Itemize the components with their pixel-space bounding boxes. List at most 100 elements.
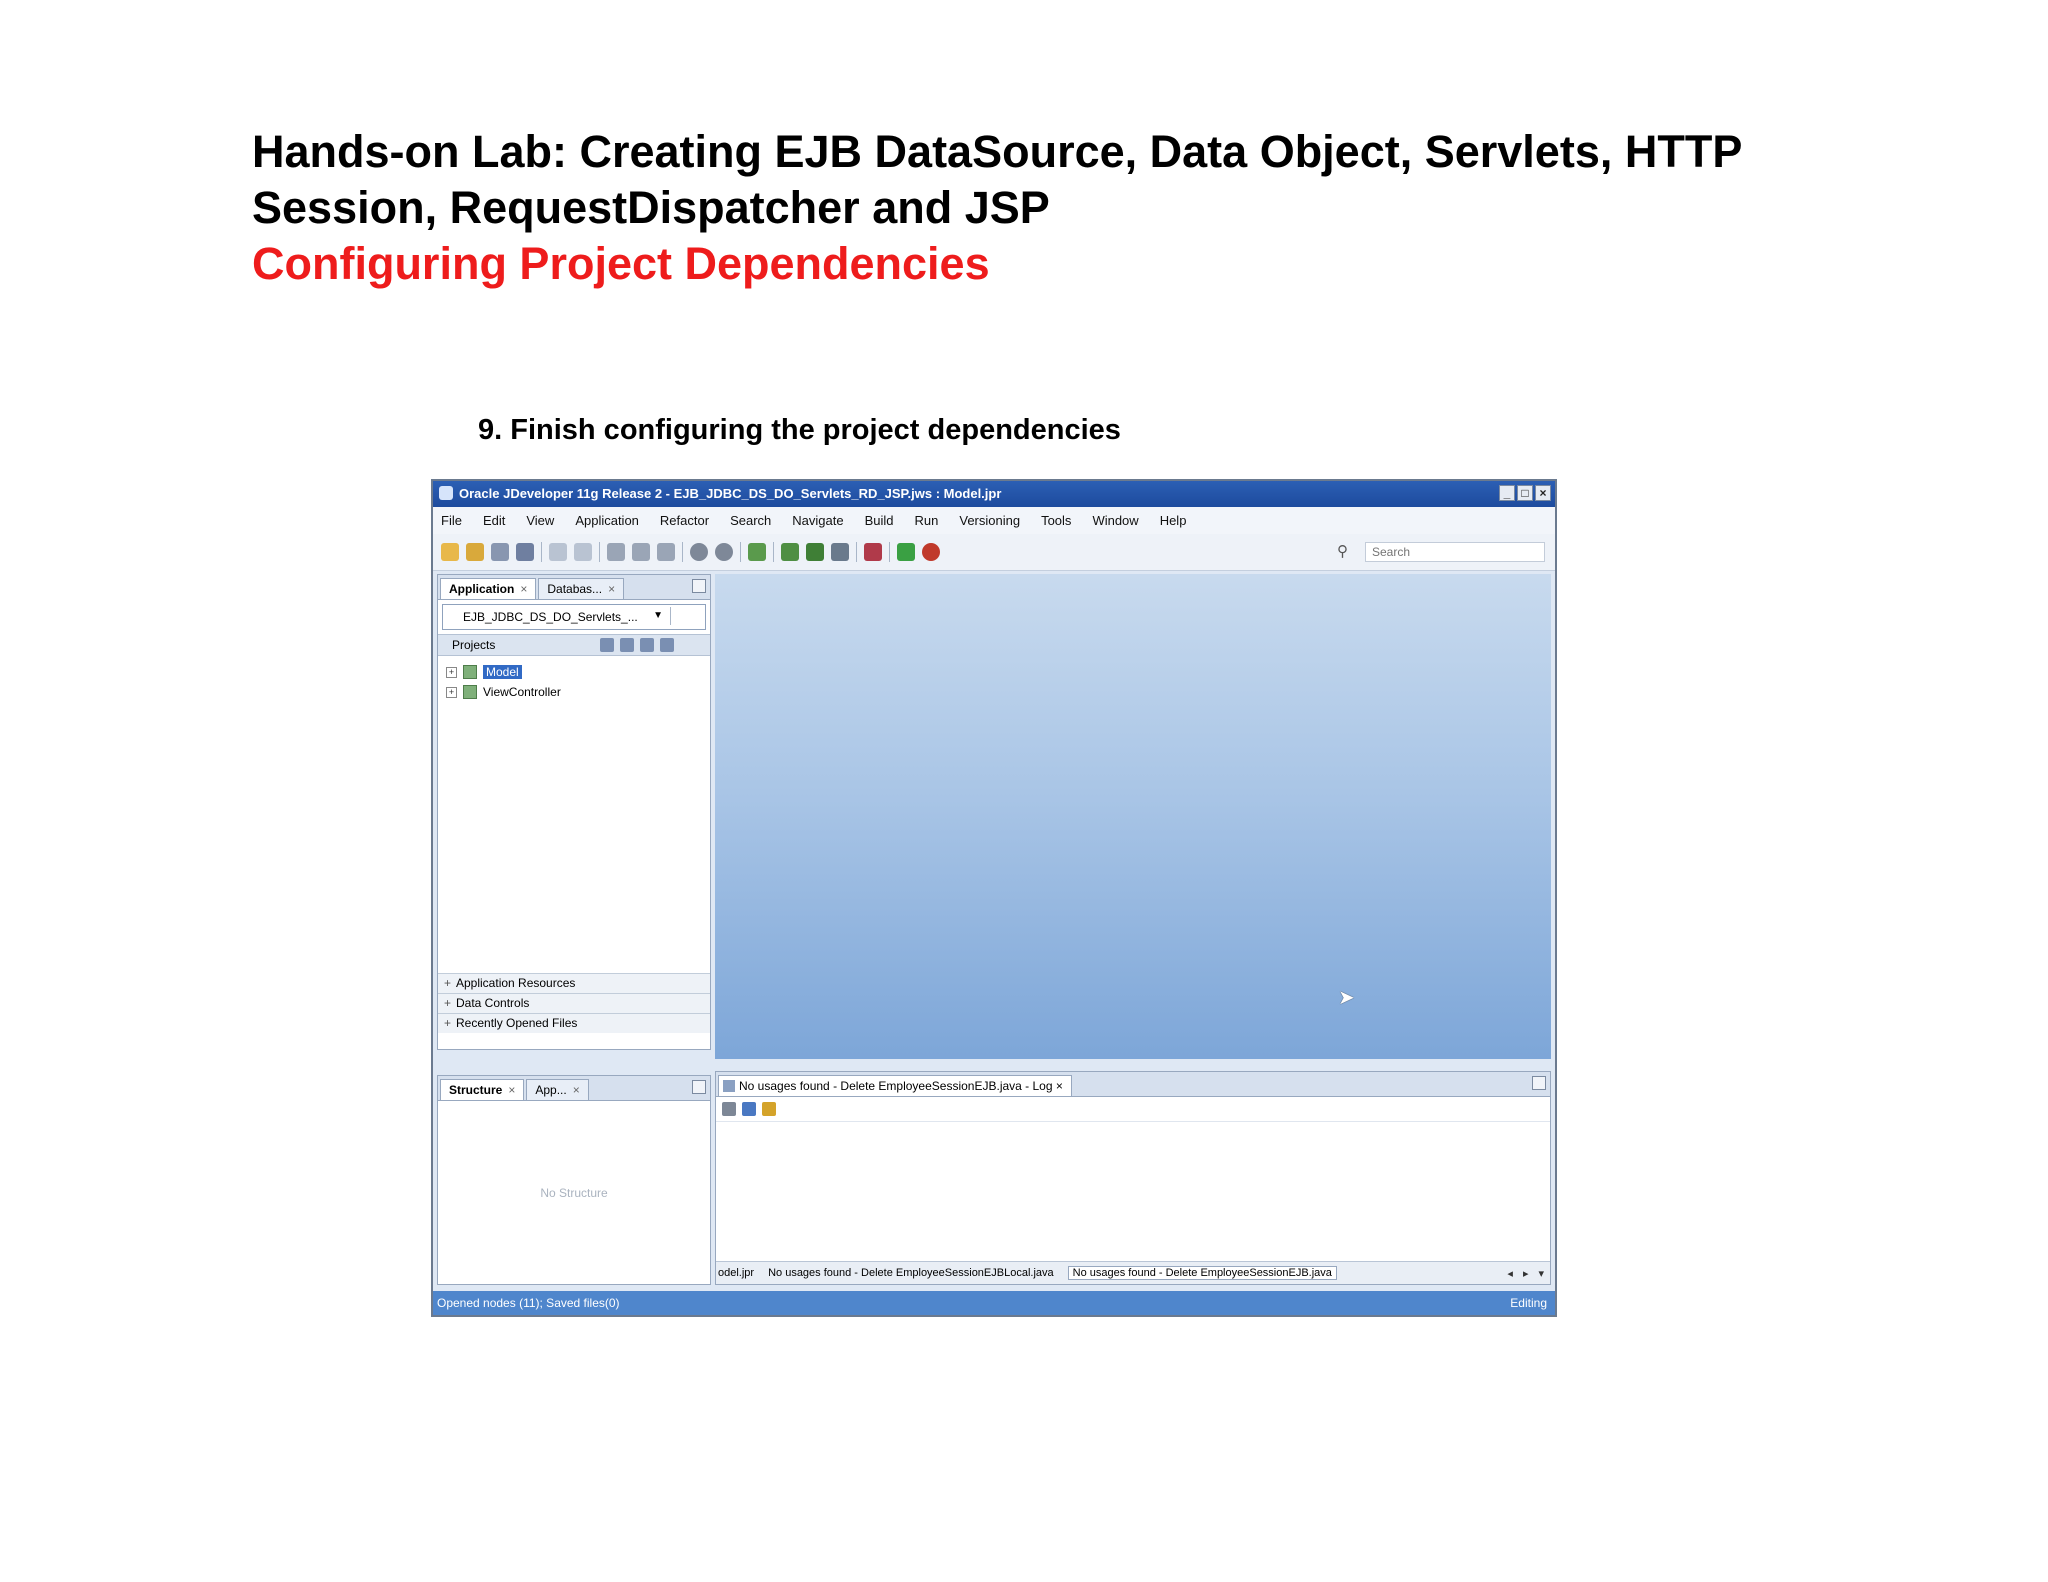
editor-area[interactable]: ➤: [715, 574, 1551, 1059]
back-icon[interactable]: [690, 543, 708, 561]
project-tree: + Model + ViewController: [438, 656, 710, 702]
working-sets-icon[interactable]: [660, 638, 674, 652]
application-menu-button[interactable]: [670, 607, 701, 625]
toolbar-separator: [599, 542, 600, 562]
menu-build[interactable]: Build: [865, 513, 894, 528]
expand-icon[interactable]: +: [446, 686, 457, 698]
menu-versioning[interactable]: Versioning: [959, 513, 1020, 528]
menu-view[interactable]: View: [526, 513, 554, 528]
clean-icon[interactable]: [831, 543, 849, 561]
menu-help[interactable]: Help: [1160, 513, 1187, 528]
tab-app[interactable]: App... ×: [526, 1079, 589, 1100]
tree-item-viewcontroller[interactable]: + ViewController: [446, 682, 710, 702]
menu-run[interactable]: Run: [915, 513, 939, 528]
log-tabs: No usages found - Delete EmployeeSession…: [716, 1072, 1550, 1097]
log-subtab-active[interactable]: No usages found - Delete EmployeeSession…: [1067, 1266, 1337, 1280]
toolbar-separator: [541, 542, 542, 562]
copy-icon[interactable]: [632, 543, 650, 561]
tab-structure[interactable]: Structure ×: [440, 1079, 525, 1100]
chevron-left-icon[interactable]: ◂: [1507, 1267, 1513, 1280]
tab-application[interactable]: Application ×: [440, 578, 537, 599]
minimize-pane-button[interactable]: [1532, 1076, 1546, 1090]
save-all-icon[interactable]: [516, 543, 534, 561]
open-icon[interactable]: [466, 543, 484, 561]
empty-structure-message: No Structure: [540, 1186, 608, 1200]
toolbar-separator: [856, 542, 857, 562]
chevron-right-icon[interactable]: ▸: [1523, 1267, 1529, 1280]
search-box: ⚲: [1337, 541, 1547, 563]
toolbar-separator: [740, 542, 741, 562]
chevron-down-icon[interactable]: ▼: [653, 610, 663, 621]
new-icon[interactable]: [441, 543, 459, 561]
close-icon[interactable]: ×: [608, 582, 615, 596]
lock-scroll-icon[interactable]: [762, 1102, 776, 1116]
close-icon[interactable]: ×: [1056, 1079, 1063, 1093]
chevron-down-icon[interactable]: ▾: [1538, 1267, 1544, 1280]
stop-icon[interactable]: [722, 1102, 736, 1116]
application-navigator: Application × Databas... × EJB_JDBC_DS_DO_…: [437, 574, 711, 1050]
minimize-pane-button[interactable]: [692, 579, 706, 593]
filter-icon[interactable]: [640, 638, 654, 652]
menu-window[interactable]: Window: [1092, 513, 1138, 528]
accordion-recently-opened-files[interactable]: Recently Opened Files: [438, 1013, 710, 1033]
structure-pane: Structure × App... × No Structure: [437, 1075, 711, 1285]
menu-edit[interactable]: Edit: [483, 513, 505, 528]
tree-item-label: Model: [483, 665, 522, 679]
rebuild-icon[interactable]: [806, 543, 824, 561]
structure-tabs: Structure × App... ×: [438, 1076, 710, 1101]
window-titlebar[interactable]: Oracle JDeveloper 11g Release 2 - EJB_JD…: [433, 481, 1555, 507]
accordion-application-resources[interactable]: Application Resources: [438, 973, 710, 993]
menu-file[interactable]: File: [441, 513, 462, 528]
status-mode: Editing: [1510, 1296, 1547, 1310]
slide-subtitle: Configuring Project Dependencies: [252, 238, 990, 289]
tab-app-label: App...: [535, 1083, 567, 1097]
minimize-button[interactable]: _: [1499, 485, 1515, 501]
menu-bar: File Edit View Application Refactor Sear…: [433, 507, 1555, 534]
maximize-button[interactable]: □: [1517, 485, 1533, 501]
expand-icon[interactable]: +: [446, 666, 457, 678]
debug-icon[interactable]: [922, 543, 940, 561]
project-icon: [463, 665, 477, 679]
toolbar-separator: [773, 542, 774, 562]
redo-icon[interactable]: [574, 543, 592, 561]
menu-refactor[interactable]: Refactor: [660, 513, 709, 528]
paste-icon[interactable]: [657, 543, 675, 561]
forward-icon[interactable]: [715, 543, 733, 561]
log-subtab[interactable]: No usages found - Delete EmployeeSession…: [768, 1267, 1054, 1279]
accordion-data-controls[interactable]: Data Controls: [438, 993, 710, 1013]
tree-item-model[interactable]: + Model: [446, 662, 710, 682]
slide-title-main: Hands-on Lab: Creating EJB DataSource, D…: [252, 126, 1742, 233]
clear-log-icon[interactable]: [742, 1102, 756, 1116]
application-selector[interactable]: EJB_JDBC_DS_DO_Servlets_... ▼: [442, 604, 706, 630]
log-toolbar: [716, 1097, 1550, 1122]
search-input[interactable]: [1365, 542, 1545, 562]
tab-database[interactable]: Databas... ×: [538, 578, 625, 599]
toolbar-separator: [682, 542, 683, 562]
menu-navigate[interactable]: Navigate: [792, 513, 843, 528]
tab-log[interactable]: No usages found - Delete EmployeeSession…: [718, 1075, 1072, 1096]
window-controls: _ □ ×: [1499, 485, 1551, 501]
close-button[interactable]: ×: [1535, 485, 1551, 501]
refresh-icon[interactable]: [620, 638, 634, 652]
profile-icon[interactable]: [864, 543, 882, 561]
run-icon[interactable]: [897, 543, 915, 561]
tab-structure-label: Structure: [449, 1083, 503, 1097]
close-icon[interactable]: ×: [520, 582, 527, 596]
close-icon[interactable]: ×: [573, 1083, 580, 1097]
deploy-icon[interactable]: [748, 543, 766, 561]
status-text: Opened nodes (11); Saved files(0): [437, 1296, 620, 1310]
make-icon[interactable]: [781, 543, 799, 561]
minimize-pane-button[interactable]: [692, 1080, 706, 1094]
close-icon[interactable]: ×: [508, 1083, 515, 1097]
cut-icon[interactable]: [607, 543, 625, 561]
undo-icon[interactable]: [549, 543, 567, 561]
project-properties-icon[interactable]: [600, 638, 614, 652]
save-icon[interactable]: [491, 543, 509, 561]
menu-search[interactable]: Search: [730, 513, 771, 528]
search-icon: ⚲: [1337, 543, 1348, 560]
menu-application[interactable]: Application: [575, 513, 639, 528]
projects-panel-header[interactable]: Projects: [438, 634, 710, 656]
tree-item-label: ViewController: [483, 685, 561, 699]
menu-tools[interactable]: Tools: [1041, 513, 1071, 528]
log-subtab[interactable]: odel.jpr: [718, 1267, 754, 1279]
